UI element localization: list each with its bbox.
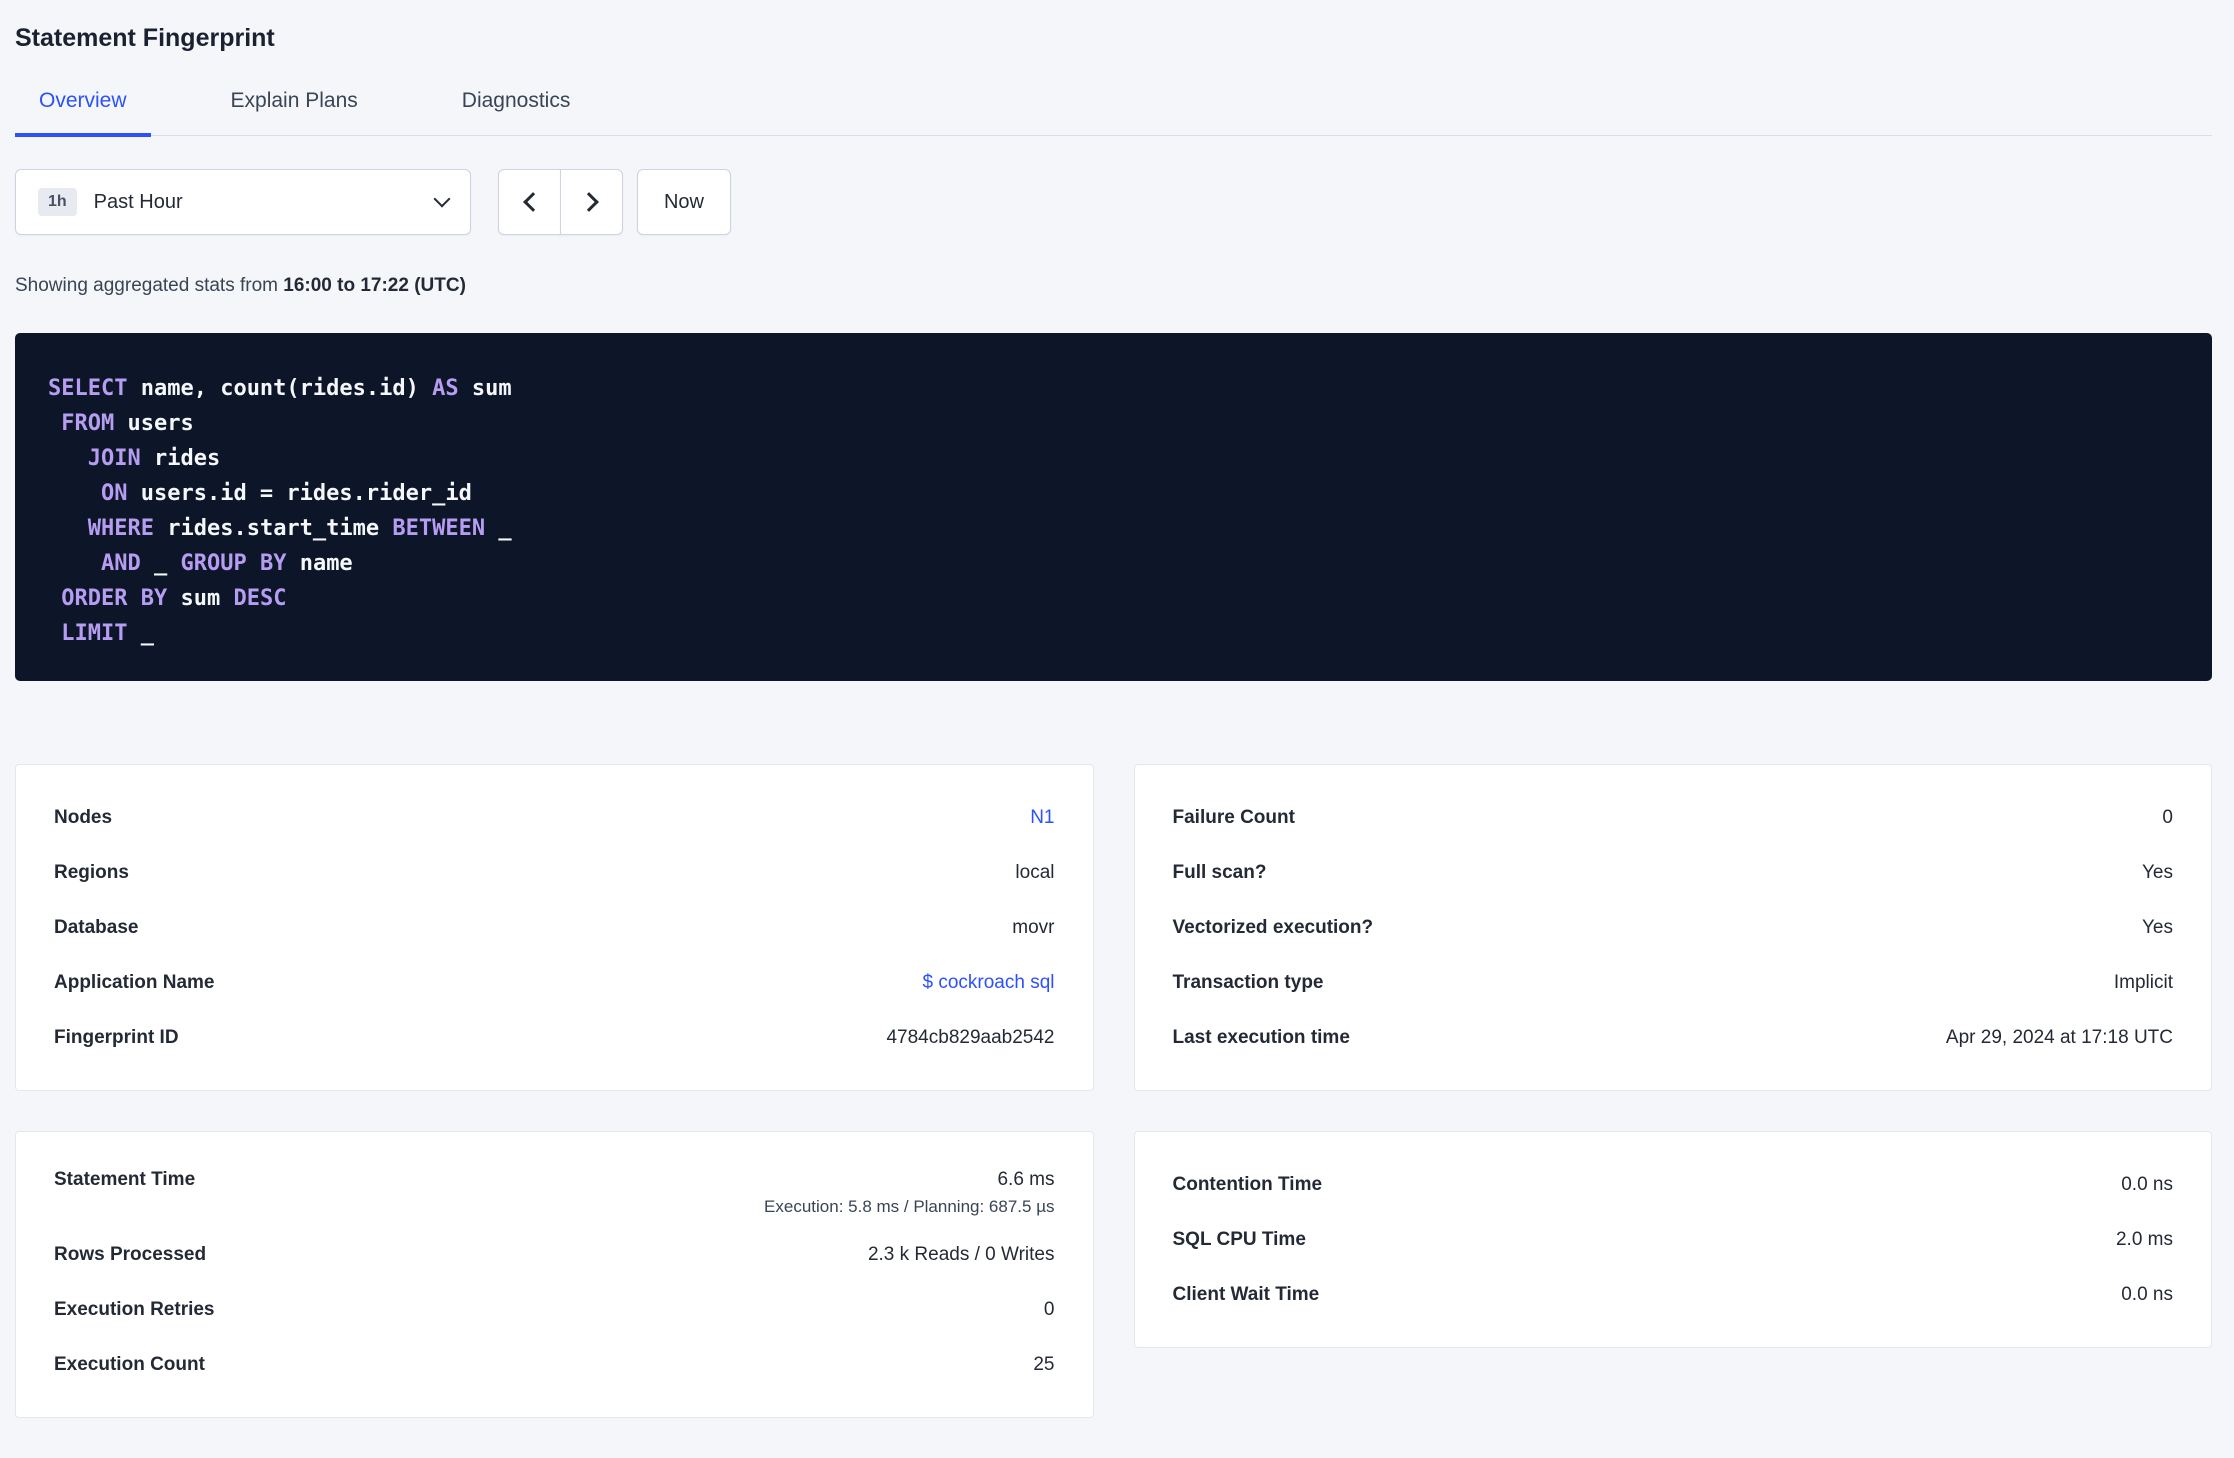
row-value: local	[1015, 861, 1055, 883]
row-value: Yes	[2142, 916, 2173, 938]
sql-line: JOIN rides	[87, 446, 221, 471]
row-value: 2.3 k Reads / 0 Writes	[867, 1243, 1055, 1265]
card-row-rows-processed: Rows Processed 2.3 k Reads / 0 Writes	[54, 1227, 1055, 1282]
tab-diagnostics[interactable]: Diagnostics	[438, 89, 595, 137]
statement-time-value-stack: 6.6 ms Execution: 5.8 ms / Planning: 687…	[764, 1169, 1054, 1217]
row-value: 0	[2162, 806, 2173, 828]
card-row-full-scan: Full scan? Yes	[1173, 845, 2174, 900]
now-button[interactable]: Now	[637, 169, 731, 235]
row-value: 0.0 ns	[2121, 1283, 2173, 1305]
row-value: 2.0 ms	[2115, 1228, 2173, 1250]
card-row-failure-count: Failure Count 0	[1173, 790, 2174, 845]
row-value: 25	[1033, 1353, 1055, 1375]
time-controls: 1h Past Hour Now	[15, 169, 2212, 235]
time-range-label: Past Hour	[93, 190, 183, 213]
row-label: Nodes	[54, 806, 113, 828]
row-label: Regions	[54, 861, 129, 883]
sql-statement-box: SELECT name, count(rides.id) AS sum FROM…	[15, 333, 2212, 681]
row-value: 0	[1043, 1298, 1055, 1320]
row-value: 4784cb829aab2542	[886, 1026, 1055, 1048]
stats-line-prefix: Showing aggregated stats from	[15, 275, 284, 296]
row-value: Apr 29, 2024 at 17:18 UTC	[1945, 1026, 2173, 1048]
chevron-right-icon	[578, 192, 599, 212]
card-row-statement-time: Statement Time 6.6 ms Execution: 5.8 ms …	[54, 1157, 1055, 1227]
stats-line-range: 16:00 to 17:22 (UTC)	[283, 275, 466, 296]
timing-card-left: Statement Time 6.6 ms Execution: 5.8 ms …	[15, 1131, 1094, 1418]
sql-line: FROM users	[61, 411, 194, 436]
time-range-badge: 1h	[38, 188, 77, 216]
previous-time-button[interactable]	[498, 169, 561, 235]
row-label: Fingerprint ID	[54, 1026, 179, 1048]
tab-explain-plans[interactable]: Explain Plans	[207, 89, 382, 137]
chevron-down-icon	[433, 190, 451, 208]
sql-line: ORDER BY sum DESC	[61, 586, 287, 611]
card-row-execution-count: Execution Count 25	[54, 1337, 1055, 1392]
sql-line: SELECT name, count(rides.id) AS sum	[48, 376, 512, 401]
card-row-fingerprint-id: Fingerprint ID 4784cb829aab2542	[54, 1010, 1055, 1065]
nodes-value-link[interactable]: N1	[1030, 807, 1054, 829]
row-label: Application Name	[54, 971, 215, 993]
row-label: SQL CPU Time	[1172, 1228, 1306, 1250]
card-row-last-execution-time: Last execution time Apr 29, 2024 at 17:1…	[1173, 1010, 2174, 1065]
row-label: Execution Count	[54, 1353, 205, 1375]
card-row-execution-retries: Execution Retries 0	[54, 1282, 1055, 1337]
sql-line: ON users.id = rides.rider_id	[100, 481, 472, 506]
chevron-left-icon	[522, 192, 543, 212]
row-label: Execution Retries	[54, 1298, 215, 1320]
row-label: Contention Time	[1172, 1173, 1323, 1195]
row-label: Database	[54, 916, 139, 938]
sql-line: LIMIT _	[61, 621, 154, 646]
row-label: Last execution time	[1172, 1026, 1350, 1048]
row-subvalue: Execution: 5.8 ms / Planning: 687.5 µs	[764, 1197, 1055, 1216]
row-label: Transaction type	[1172, 971, 1324, 993]
application-name-link[interactable]: $ cockroach sql	[922, 972, 1054, 994]
card-row-sql-cpu-time: SQL CPU Time 2.0 ms	[1173, 1212, 2174, 1267]
row-value: Implicit	[2113, 971, 2173, 993]
row-label: Failure Count	[1172, 806, 1295, 828]
row-label: Full scan?	[1172, 861, 1267, 883]
row-value: 0.0 ns	[2121, 1173, 2173, 1195]
tab-overview[interactable]: Overview	[15, 89, 151, 137]
row-value: 6.6 ms	[997, 1169, 1055, 1190]
summary-cards-row: Nodes N1 Regions local Database movr App…	[15, 764, 2212, 1091]
summary-card-right: Failure Count 0 Full scan? Yes Vectorize…	[1133, 764, 2212, 1091]
statement-fingerprint-page: Statement Fingerprint Overview Explain P…	[0, 0, 2234, 1458]
card-row-nodes: Nodes N1	[54, 790, 1055, 845]
sql-line: AND _ GROUP BY name	[100, 551, 353, 576]
aggregated-stats-line: Showing aggregated stats from 16:00 to 1…	[15, 275, 2212, 297]
row-value: Yes	[2142, 861, 2173, 883]
row-value: movr	[1012, 916, 1055, 938]
tab-bar: Overview Explain Plans Diagnostics	[15, 89, 2212, 137]
card-row-transaction-type: Transaction type Implicit	[1173, 955, 2174, 1010]
card-row-application-name: Application Name $ cockroach sql	[54, 955, 1055, 1010]
time-step-buttons	[498, 169, 623, 235]
row-label: Client Wait Time	[1172, 1283, 1320, 1305]
timing-card-right: Contention Time 0.0 ns SQL CPU Time 2.0 …	[1133, 1131, 2212, 1348]
page-title: Statement Fingerprint	[15, 24, 275, 52]
next-time-button[interactable]	[560, 169, 623, 235]
time-range-dropdown[interactable]: 1h Past Hour	[15, 169, 471, 235]
row-label: Statement Time	[54, 1169, 196, 1190]
timing-cards-row: Statement Time 6.6 ms Execution: 5.8 ms …	[15, 1131, 2212, 1418]
card-row-regions: Regions local	[54, 845, 1055, 900]
card-row-client-wait-time: Client Wait Time 0.0 ns	[1173, 1267, 2174, 1322]
sql-line: WHERE rides.start_time BETWEEN _	[87, 516, 512, 541]
card-row-database: Database movr	[54, 900, 1055, 955]
summary-card-left: Nodes N1 Regions local Database movr App…	[15, 764, 1094, 1091]
card-row-vectorized-execution: Vectorized execution? Yes	[1173, 900, 2174, 955]
row-label: Rows Processed	[54, 1243, 207, 1265]
card-row-contention-time: Contention Time 0.0 ns	[1173, 1157, 2174, 1212]
row-label: Vectorized execution?	[1172, 916, 1374, 938]
